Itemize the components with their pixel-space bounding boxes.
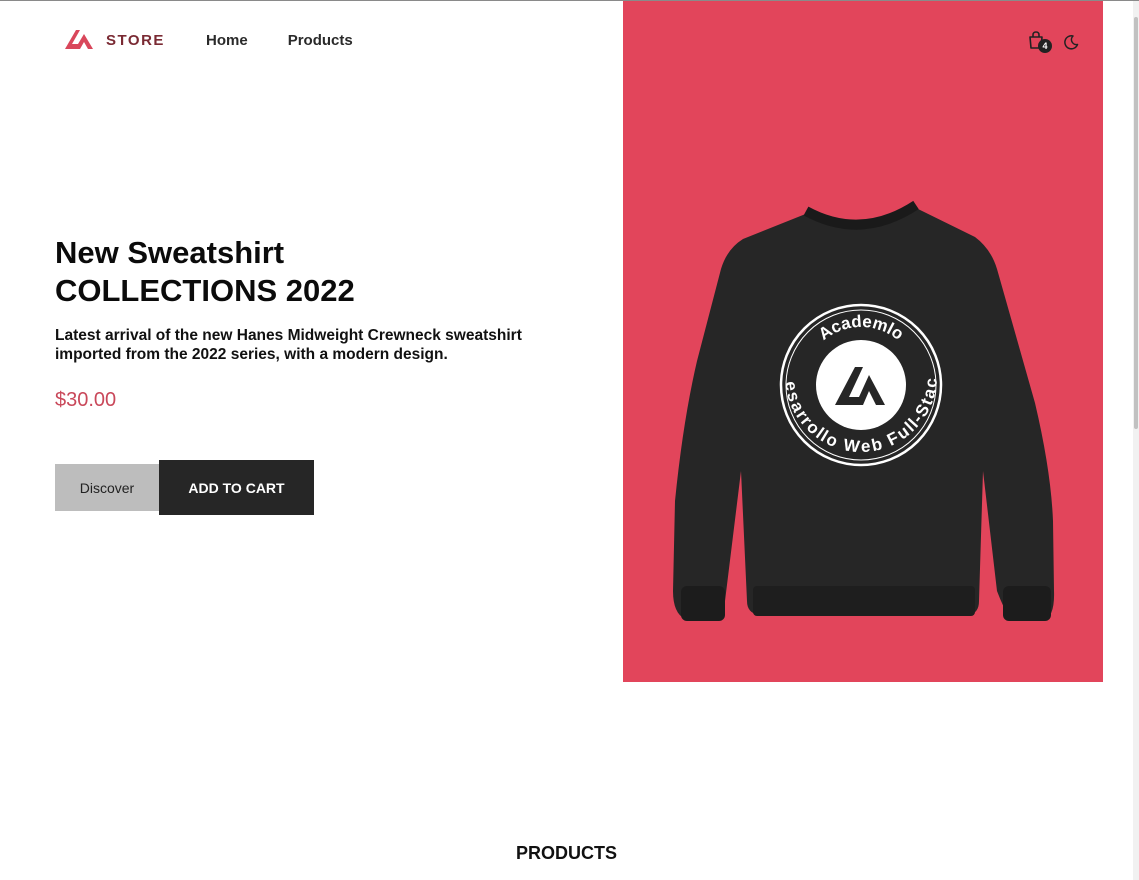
store-logo-icon — [65, 30, 93, 49]
hero-title: New Sweatshirt COLLECTIONS 2022 — [55, 234, 355, 310]
logo-text: STORE — [106, 31, 165, 49]
hero-title-line1: New Sweatshirt — [55, 235, 285, 270]
hero-title-line2: COLLECTIONS 2022 — [55, 273, 355, 308]
header: STORE Home Products — [0, 1, 1139, 81]
cart-count-badge: 4 — [1038, 39, 1052, 53]
moon-icon[interactable] — [1063, 34, 1079, 50]
cart-button[interactable]: 4 — [1027, 31, 1052, 53]
main-nav: Home Products — [206, 32, 353, 49]
logo[interactable]: STORE — [64, 29, 165, 51]
hero-price: $30.00 — [55, 389, 117, 411]
nav-home[interactable]: Home — [206, 32, 248, 49]
add-to-cart-button[interactable]: ADD TO CART — [159, 460, 314, 515]
products-section-title: PRODUCTS — [515, 843, 617, 863]
discover-button[interactable]: Discover — [55, 464, 159, 511]
nav-products[interactable]: Products — [288, 32, 353, 49]
hero-description: Latest arrival of the new Hanes Midweigh… — [55, 327, 522, 363]
page: Academlo Desarrollo Web Full-Stack STORE… — [0, 0, 1139, 880]
hero-image: Academlo Desarrollo Web Full-Stack — [623, 1, 1103, 682]
header-icons: 4 — [1027, 31, 1079, 53]
sweatshirt-image: Academlo Desarrollo Web Full-Stack — [623, 1, 1055, 621]
scrollbar[interactable] — [1133, 1, 1139, 880]
